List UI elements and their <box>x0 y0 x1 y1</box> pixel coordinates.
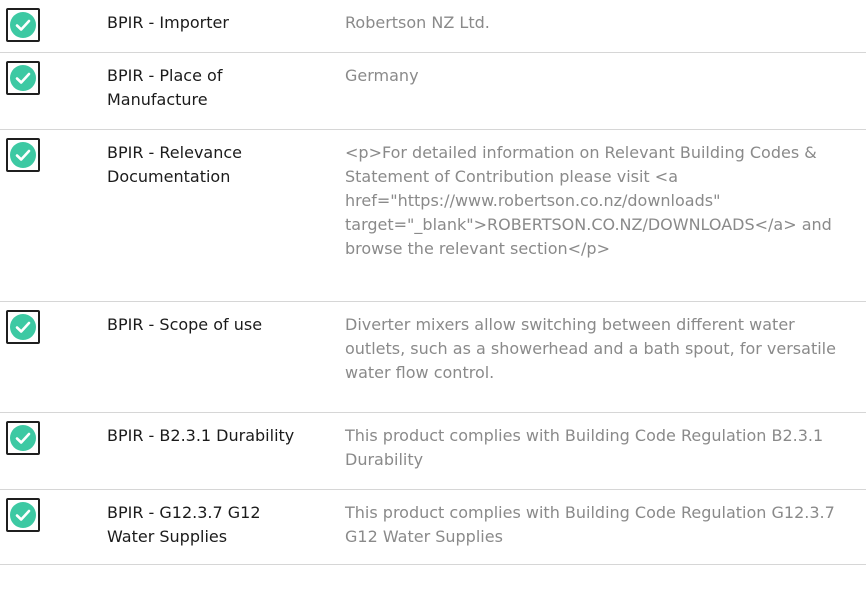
attribute-row-relevance-documentation: BPIR - Relevance Documentation <p>For de… <box>0 130 866 302</box>
attribute-label: BPIR - Place of Manufacture <box>107 66 223 109</box>
attribute-value: Robertson NZ Ltd. <box>345 13 490 32</box>
checkmark-icon-graphic <box>10 425 36 451</box>
attribute-row-importer: BPIR - Importer Robertson NZ Ltd. <box>0 0 866 53</box>
attribute-row-scope-of-use: BPIR - Scope of use Diverter mixers allo… <box>0 302 866 413</box>
checkmark-icon-graphic <box>10 142 36 168</box>
attribute-label: BPIR - Scope of use <box>107 315 263 334</box>
attribute-value: This product complies with Building Code… <box>345 426 824 469</box>
attribute-label: BPIR - Importer <box>107 13 229 32</box>
checkmark-icon-graphic <box>10 314 36 340</box>
attribute-row-b2-durability: BPIR - B2.3.1 Durability This product co… <box>0 413 866 490</box>
checkmark-icon <box>6 8 40 42</box>
checkmark-icon <box>6 61 40 95</box>
checkmark-icon-graphic <box>10 12 36 38</box>
checkmark-icon-graphic <box>10 502 36 528</box>
attribute-value: Diverter mixers allow switching between … <box>345 315 836 382</box>
checkmark-icon <box>6 498 40 532</box>
checkmark-icon <box>6 310 40 344</box>
attribute-label: BPIR - B2.3.1 Durability <box>107 426 295 445</box>
attribute-label: BPIR - G12.3.7 G12 Water Supplies <box>107 503 261 546</box>
bpir-attribute-list: BPIR - Importer Robertson NZ Ltd. BPIR -… <box>0 0 866 565</box>
attribute-value: This product complies with Building Code… <box>345 503 835 546</box>
attribute-value: Germany <box>345 66 419 85</box>
checkmark-icon-graphic <box>10 65 36 91</box>
attribute-row-g12-water-supplies: BPIR - G12.3.7 G12 Water Supplies This p… <box>0 490 866 565</box>
checkmark-icon <box>6 138 40 172</box>
checkmark-icon <box>6 421 40 455</box>
attribute-row-place-of-manufacture: BPIR - Place of Manufacture Germany <box>0 53 866 130</box>
attribute-label: BPIR - Relevance Documentation <box>107 143 242 186</box>
attribute-value: <p>For detailed information on Relevant … <box>345 143 832 258</box>
